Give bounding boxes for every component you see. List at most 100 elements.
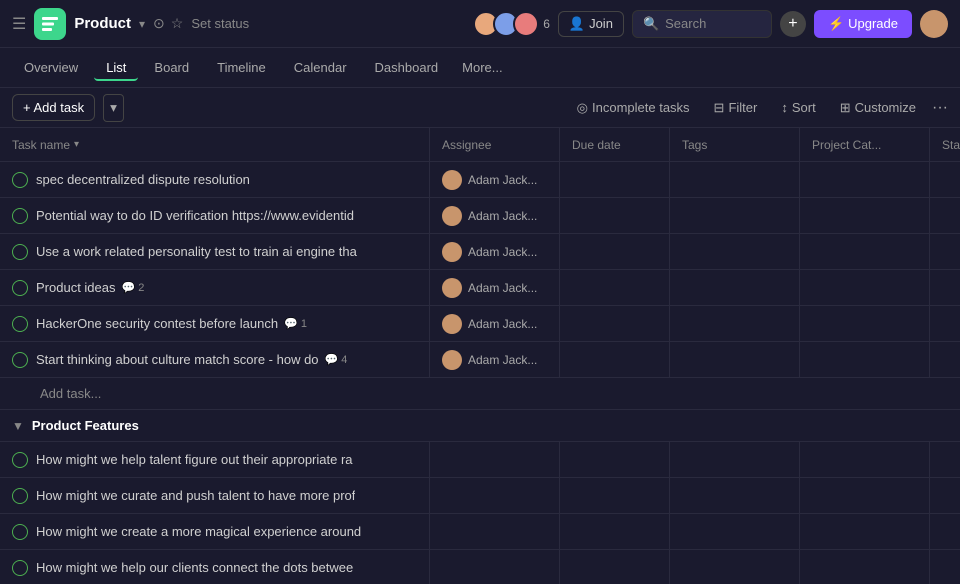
table-row[interactable]: spec decentralized dispute resolutionAda… [0, 162, 960, 198]
task-cell-tags [670, 514, 800, 549]
task-table: Task name ▾ Assignee Due date Tags Proje… [0, 128, 960, 584]
task-cell-stage [930, 550, 960, 584]
hamburger-icon[interactable]: ☰ [12, 14, 26, 34]
table-row[interactable]: How might we create a more magical exper… [0, 514, 960, 550]
task-cell-due-date [560, 306, 670, 341]
task-cell-tags [670, 478, 800, 513]
task-assignee-cell [430, 514, 560, 549]
sort-button[interactable]: ↕ Sort [773, 96, 823, 119]
filter-button[interactable]: ⊟ Filter [706, 96, 766, 120]
task-cell-project-cat [800, 234, 930, 269]
task-cell-project-cat [800, 442, 930, 477]
assignee-name: Adam Jack... [468, 245, 537, 259]
customize-button[interactable]: ⊞ Customize [832, 96, 924, 120]
task-cell-tags [670, 550, 800, 584]
task-name-text: How might we help our clients connect th… [36, 560, 353, 575]
task-comment-badge[interactable]: 💬 1 [284, 317, 307, 330]
tab-overview[interactable]: Overview [12, 54, 90, 81]
task-checkbox[interactable] [12, 488, 28, 504]
task-cell-stage [930, 198, 960, 233]
tab-board[interactable]: Board [142, 54, 201, 81]
add-task-button[interactable]: + Add task [12, 94, 95, 121]
task-cell-project-cat [800, 342, 930, 377]
tab-timeline[interactable]: Timeline [205, 54, 278, 81]
add-button[interactable]: + [780, 11, 806, 37]
table-row[interactable]: Start thinking about culture match score… [0, 342, 960, 378]
assignee-avatar [442, 314, 462, 334]
task-cell-tags [670, 342, 800, 377]
task-checkbox[interactable] [12, 208, 28, 224]
tab-dashboard[interactable]: Dashboard [363, 54, 451, 81]
section-title: Product Features [32, 418, 139, 433]
set-status-button[interactable]: Set status [191, 16, 249, 31]
task-checkbox[interactable] [12, 560, 28, 576]
assignee-avatar [442, 278, 462, 298]
col-tags: Tags [670, 128, 800, 161]
status-icons: ⊙ ☆ [153, 15, 183, 32]
task-cell-stage [930, 162, 960, 197]
col-stage: Stage [930, 128, 960, 161]
join-icon: 👤 [569, 16, 585, 32]
assignee-name: Adam Jack... [468, 353, 537, 367]
upgrade-button[interactable]: ⚡ Upgrade [814, 10, 912, 38]
assignee-name: Adam Jack... [468, 173, 537, 187]
task-checkbox[interactable] [12, 316, 28, 332]
task-name-text: How might we create a more magical exper… [36, 524, 361, 539]
add-task-dropdown-button[interactable]: ▾ [103, 94, 124, 122]
task-checkbox[interactable] [12, 352, 28, 368]
more-options-button[interactable]: ··· [932, 99, 948, 117]
task-comment-badge[interactable]: 💬 4 [325, 353, 348, 366]
table-row[interactable]: HackerOne security contest before launch… [0, 306, 960, 342]
task-cell-stage [930, 442, 960, 477]
task-name-text: How might we curate and push talent to h… [36, 488, 355, 503]
star-icon[interactable]: ☆ [171, 15, 184, 32]
assignee-name: Adam Jack... [468, 317, 537, 331]
team-avatars: 6 [479, 11, 550, 37]
table-row[interactable]: Potential way to do ID verification http… [0, 198, 960, 234]
task-name-text: Product ideas [36, 280, 116, 295]
assignee-avatar [442, 242, 462, 262]
table-row[interactable]: How might we help talent figure out thei… [0, 442, 960, 478]
tab-calendar[interactable]: Calendar [282, 54, 359, 81]
join-button[interactable]: 👤 Join [558, 11, 624, 37]
assignee-avatar [442, 350, 462, 370]
col-due-date: Due date [560, 128, 670, 161]
task-assignee-cell: Adam Jack... [430, 162, 560, 197]
user-avatar[interactable] [920, 10, 948, 38]
task-cell-stage [930, 234, 960, 269]
upgrade-icon: ⚡ [828, 16, 844, 32]
table-row[interactable]: Product ideas💬 2Adam Jack... [0, 270, 960, 306]
task-cell-tags [670, 198, 800, 233]
table-row[interactable]: Use a work related personality test to t… [0, 234, 960, 270]
project-title: Product [74, 15, 131, 32]
task-checkbox[interactable] [12, 280, 28, 296]
section-product-features[interactable]: ▼ Product Features [0, 410, 960, 442]
tab-list[interactable]: List [94, 54, 138, 81]
tab-more[interactable]: More... [454, 54, 510, 81]
customize-icon: ⊞ [840, 100, 851, 116]
filter-icon: ⊟ [714, 100, 725, 116]
task-cell-tags [670, 234, 800, 269]
task-name-text: Potential way to do ID verification http… [36, 208, 354, 223]
task-name-text: Start thinking about culture match score… [36, 352, 319, 367]
task-checkbox[interactable] [12, 524, 28, 540]
table-row[interactable]: How might we help our clients connect th… [0, 550, 960, 584]
task-assignee-cell: Adam Jack... [430, 198, 560, 233]
task-cell-project-cat [800, 198, 930, 233]
toolbar: + Add task ▾ ◎ Incomplete tasks ⊟ Filter… [0, 88, 960, 128]
task-checkbox[interactable] [12, 452, 28, 468]
task-name-text: How might we help talent figure out thei… [36, 452, 353, 467]
task-assignee-cell: Adam Jack... [430, 234, 560, 269]
add-task-inline[interactable]: Add task... [0, 378, 960, 410]
search-input[interactable]: Search [665, 16, 706, 31]
search-bar[interactable]: 🔍 Search [632, 10, 772, 38]
task-comment-badge[interactable]: 💬 2 [122, 281, 145, 294]
incomplete-tasks-filter[interactable]: ◎ Incomplete tasks [569, 96, 698, 120]
project-chevron-icon[interactable]: ▾ [139, 17, 145, 31]
sort-icon: ↕ [781, 100, 788, 115]
task-cell-due-date [560, 270, 670, 305]
task-checkbox[interactable] [12, 244, 28, 260]
task-checkbox[interactable] [12, 172, 28, 188]
history-icon[interactable]: ⊙ [153, 15, 165, 32]
table-row[interactable]: How might we curate and push talent to h… [0, 478, 960, 514]
